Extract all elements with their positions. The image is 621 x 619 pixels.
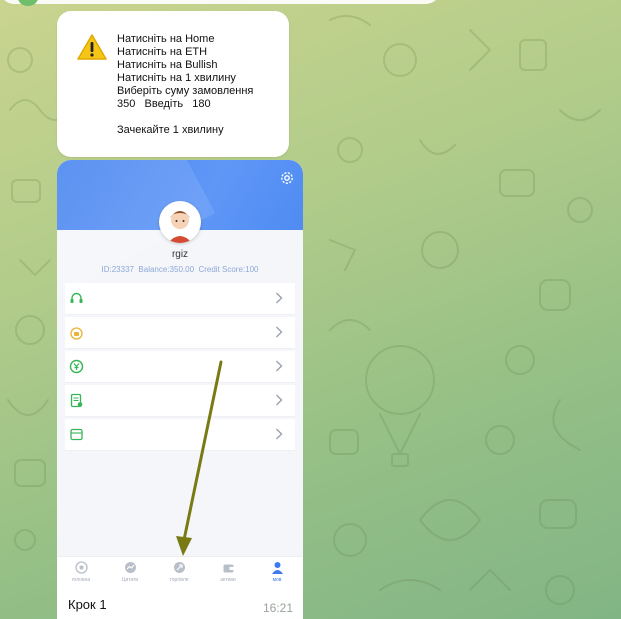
user-avatar-icon — [168, 211, 192, 243]
message-caption: Крок 1 — [68, 597, 107, 612]
tab-label: торгівля — [169, 577, 189, 583]
headset-icon — [70, 292, 83, 303]
instruction-text: Натисніть на Home Натисніть на ЕТН Натис… — [117, 33, 253, 137]
chevron-right-icon — [276, 360, 283, 372]
menu-item-records[interactable] — [65, 385, 295, 417]
tab-mine[interactable]: мов — [253, 561, 301, 583]
quotes-icon — [124, 562, 136, 573]
profile-menu — [65, 283, 295, 453]
instruction-line: 350 Введіть 180 — [117, 98, 211, 110]
chevron-right-icon — [276, 326, 283, 338]
tab-quotes[interactable]: Цитати — [106, 561, 154, 583]
menu-item-wallet[interactable] — [65, 419, 295, 451]
yuan-icon — [69, 359, 84, 374]
username: rgiz — [171, 249, 189, 260]
instruction-line: Зачекайте 1 хвилину — [117, 124, 224, 136]
instruction-line: Виберіть суму замовлення — [117, 85, 254, 97]
menu-item-support[interactable] — [65, 283, 295, 315]
tab-label: Цитати — [121, 577, 139, 583]
document-icon — [70, 393, 83, 408]
instruction-line: Натисніть на Home — [117, 33, 215, 45]
tab-trade[interactable]: торгівля — [155, 561, 203, 583]
user-icon — [271, 562, 283, 574]
instruction-line: Натисніть на ЕТН — [117, 46, 208, 58]
account-info: ID:23337 Balance:350.00 Credit Score:100 — [101, 265, 259, 274]
trade-icon — [173, 562, 185, 573]
message-timestamp: 16:21 — [262, 601, 293, 615]
menu-item-security[interactable] — [65, 317, 295, 349]
chevron-right-icon — [276, 292, 283, 304]
chevron-right-icon — [276, 394, 283, 406]
tab-home[interactable]: головна — [57, 561, 105, 583]
assets-icon — [223, 564, 233, 573]
instruction-line: Натисніть на 1 хвилину — [117, 72, 236, 84]
tab-label: активи — [220, 577, 236, 583]
instruction-line: Натисніть на Bullish — [117, 59, 218, 71]
lock-icon — [70, 327, 83, 340]
avatar — [159, 201, 201, 243]
chevron-right-icon — [276, 428, 283, 440]
instruction-spacer — [117, 111, 253, 124]
tab-assets[interactable]: активи — [204, 561, 252, 583]
wallet-icon — [70, 428, 83, 441]
warning-icon — [77, 34, 107, 60]
instruction-message[interactable]: Натисніть на Home Натисніть на ЕТН Натис… — [57, 11, 289, 157]
previous-message-bubble — [0, 0, 440, 4]
bottom-tab-bar: головна Цитати торгівля активи мов — [57, 556, 303, 593]
menu-item-finance[interactable] — [65, 351, 295, 383]
gear-icon — [281, 172, 293, 184]
tab-label: мов — [272, 577, 282, 583]
tab-label: головна — [71, 577, 91, 583]
app-screenshot[interactable]: rgiz ID:23337 Balance:350.00 Credit Scor… — [57, 160, 303, 593]
image-message[interactable]: rgiz ID:23337 Balance:350.00 Credit Scor… — [57, 160, 303, 619]
home-icon — [74, 561, 88, 574]
